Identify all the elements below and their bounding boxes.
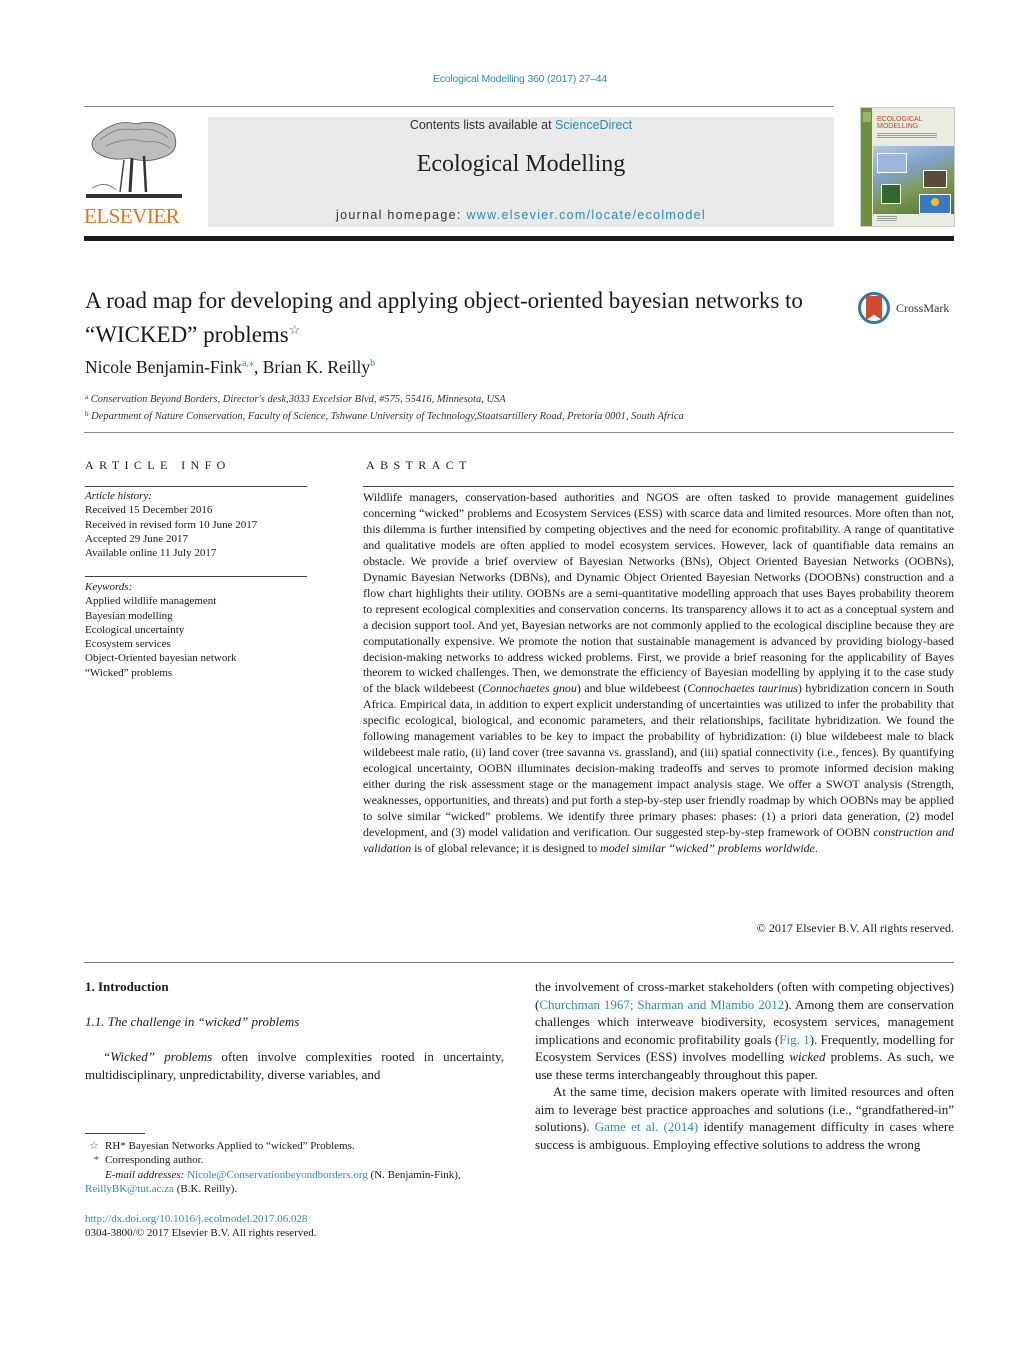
affiliations: a Conservation Beyond Borders, Director'… (85, 390, 684, 424)
contents-line: Contents lists available at ScienceDirec… (409, 118, 633, 132)
history-item: Received in revised form 10 June 2017 (85, 518, 258, 531)
elsevier-tree-icon (86, 116, 182, 202)
figure-link[interactable]: Fig. 1 (779, 1032, 809, 1047)
footnotes: ☆ RH* Bayesian Networks Applied to “wicke… (85, 1139, 505, 1196)
footnote-star-icon: ☆ (89, 1140, 99, 1152)
history-item: Received 15 December 2016 (85, 504, 213, 517)
email-link[interactable]: ReillyBK@tut.ac.za (85, 1183, 174, 1195)
keywords-list: Keywords: Applied wildlife management Ba… (85, 580, 307, 680)
keyword-item: “Wicked” problems (85, 666, 173, 679)
issn-line: 0304-3800/© 2017 Elsevier B.V. All right… (85, 1227, 317, 1240)
article-info-heading: ARTICLE INFO (85, 458, 231, 472)
doi-block: http://dx.doi.org/10.1016/j.ecolmodel.20… (85, 1212, 317, 1241)
body-rule (84, 962, 954, 963)
crossmark-label: CrossMark (896, 301, 950, 315)
author-name[interactable]: Nicole Benjamin-Fink (85, 357, 242, 377)
affiliation-rule (84, 432, 954, 433)
journal-cover-thumbnail[interactable]: ECOLOGICAL MODELLING (860, 107, 955, 227)
body-column-right: the involvement of cross-market stakehol… (535, 978, 954, 1153)
citation-link[interactable]: Churchman 1967; Sharman and Mlambo 2012 (539, 997, 784, 1012)
citation-link[interactable]: Game et al. (2014) (595, 1119, 698, 1134)
journal-header-box: Contents lists available at ScienceDirec… (208, 117, 834, 227)
keyword-item: Ecological uncertainty (85, 623, 185, 636)
cover-footer (877, 216, 897, 221)
keyword-item: Applied wildlife management (85, 595, 217, 608)
author-affiliation-mark[interactable]: b (370, 358, 375, 369)
keywords-rule (85, 576, 307, 577)
sciencedirect-link[interactable]: ScienceDirect (555, 118, 632, 132)
article-info-rule (85, 486, 307, 487)
article-title: A road map for developing and applying o… (85, 288, 803, 347)
cover-photo-inset (881, 184, 901, 204)
cover-photo-inset (923, 170, 947, 188)
author-name[interactable]: Brian K. Reilly (263, 357, 370, 377)
history-item: Available online 11 July 2017 (85, 547, 217, 560)
body-column-left: “Wicked” problems often involve complexi… (85, 1049, 504, 1082)
cover-sunflower-icon (931, 198, 939, 206)
header-thick-rule (84, 236, 954, 241)
subsection-heading: 1.1. The challenge in “wicked” problems (85, 1014, 300, 1029)
affiliation-item: b Department of Nature Conservation, Fac… (85, 410, 684, 422)
keyword-item: Bayesian modelling (85, 609, 173, 622)
section-heading: 1. Introduction (85, 979, 169, 994)
footnote-item: * Corresponding author. (85, 1153, 505, 1167)
elsevier-wordmark: ELSEVIER (84, 204, 180, 228)
footnote-rule (85, 1133, 145, 1134)
footnote-asterisk-icon: * (93, 1154, 100, 1167)
history-item: Accepted 29 June 2017 (85, 532, 188, 545)
author-affiliation-mark[interactable]: a,⁎ (242, 358, 254, 369)
affiliation-item: a Conservation Beyond Borders, Director'… (85, 393, 506, 405)
title-footnote-star-icon[interactable]: ☆ (289, 322, 301, 337)
abstract-copyright: © 2017 Elsevier B.V. All rights reserved… (756, 921, 954, 935)
journal-citation[interactable]: Ecological Modelling 360 (2017) 27–44 (0, 73, 1020, 85)
journal-name: Ecological Modelling (416, 151, 626, 177)
cover-logo-icon (863, 112, 871, 122)
doi-link[interactable]: http://dx.doi.org/10.1016/j.ecolmodel.20… (85, 1212, 317, 1226)
cover-title: ECOLOGICAL MODELLING (877, 116, 923, 130)
email-addresses: E-mail addresses: Nicole@Conservationbey… (85, 1168, 461, 1195)
email-link[interactable]: Nicole@Conservationbeyondborders.org (187, 1169, 368, 1181)
abstract-heading: ABSTRACT (366, 458, 472, 472)
paragraph: At the same time, decision makers operat… (535, 1084, 954, 1152)
abstract-text: Wildlife managers, conservation-based au… (363, 490, 954, 855)
journal-homepage-link[interactable]: www.elsevier.com/locate/ecolmodel (466, 208, 706, 222)
cover-photo-inset (877, 153, 907, 173)
cover-spine (861, 108, 872, 226)
keyword-item: Ecosystem services (85, 638, 171, 651)
crossmark-badge[interactable]: CrossMark (858, 292, 958, 330)
paragraph: the involvement of cross-market stakehol… (535, 979, 955, 1082)
footnote-item: ☆ RH* Bayesian Networks Applied to “wicke… (85, 1139, 505, 1153)
header-rule (84, 106, 834, 107)
cover-subtitle (877, 133, 937, 139)
journal-homepage-line: journal homepage: www.elsevier.com/locat… (336, 208, 706, 222)
author-list: Nicole Benjamin-Finka,⁎, Brian K. Reilly… (85, 357, 376, 377)
keyword-item: Object-Oriented bayesian network (85, 652, 237, 665)
article-history: Article history: Received 15 December 20… (85, 489, 307, 560)
elsevier-logo[interactable]: ELSEVIER (84, 116, 204, 228)
abstract-rule (363, 486, 954, 487)
